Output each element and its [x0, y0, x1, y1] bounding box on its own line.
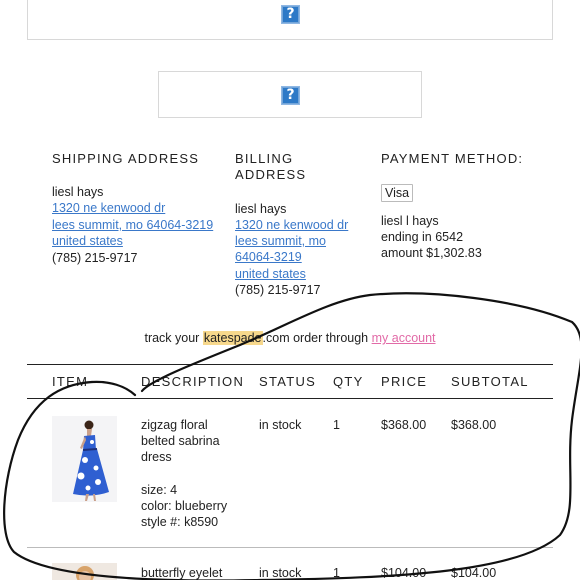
payment-name: liesl l hays [381, 214, 439, 228]
track-order-line: track your katespade.com order through m… [0, 331, 580, 345]
column-header-description: DESCRIPTION [141, 374, 245, 389]
column-header-qty: QTY [333, 374, 364, 389]
billing-country-link[interactable]: united states [235, 266, 306, 283]
table-top-rule [27, 364, 553, 365]
row-description-line: belted sabrina [141, 434, 220, 448]
row-qty: 1 [333, 566, 340, 580]
row-description-line: butterfly eyelet [141, 566, 223, 580]
row-style-number: style #: k8590 [141, 515, 219, 529]
brand-highlight: katespade [202, 331, 263, 345]
track-text: track your [144, 331, 203, 345]
my-account-link[interactable]: my account [372, 331, 436, 345]
billing-zip-link[interactable]: 64064-3219 [235, 249, 302, 266]
payment-card-ending: ending in 6542 [381, 230, 464, 244]
billing-name: liesl hays [235, 202, 287, 216]
column-header-item: ITEM [52, 374, 89, 389]
shipping-city-link[interactable]: lees summit, mo 64064-3219 [52, 217, 213, 234]
row-description-line: dress [141, 450, 172, 464]
payment-method-heading: PAYMENT METHOD: [381, 151, 524, 166]
broken-image-icon: ? [281, 5, 300, 24]
row-subtotal: $368.00 [451, 418, 497, 432]
row-size: size: 4 [141, 483, 178, 497]
row-qty: 1 [333, 418, 340, 432]
billing-address-heading: ADDRESS [235, 167, 307, 182]
shipping-name: liesl hays [52, 185, 104, 199]
billing-address-heading: BILLING [235, 151, 294, 166]
table-header-rule [27, 398, 553, 399]
placeholder-image-frame: ? [27, 0, 553, 40]
row-divider [27, 547, 553, 548]
row-status: in stock [259, 566, 302, 580]
billing-city-link[interactable]: lees summit, mo [235, 233, 326, 250]
product-image-dress[interactable] [52, 416, 117, 502]
column-header-price: PRICE [381, 374, 428, 389]
row-subtotal: $104.00 [451, 566, 497, 580]
shipping-street-link[interactable]: 1320 ne kenwood dr [52, 200, 165, 217]
billing-phone: (785) 215-9717 [235, 283, 321, 297]
row-color: color: blueberry [141, 499, 228, 513]
row-description-line: zigzag floral [141, 418, 208, 432]
card-type-badge: Visa [381, 184, 414, 202]
broken-image-icon: ? [281, 86, 300, 105]
row-status: in stock [259, 418, 302, 432]
shipping-country-link[interactable]: united states [52, 233, 123, 250]
shipping-phone: (785) 215-9717 [52, 251, 138, 265]
column-header-status: STATUS [259, 374, 317, 389]
row-price: $104.00 [381, 566, 427, 580]
product-image-eyelet[interactable] [52, 563, 117, 580]
row-price: $368.00 [381, 418, 427, 432]
track-text: .com order through [262, 331, 372, 345]
payment-amount: amount $1,302.83 [381, 246, 482, 260]
column-header-subtotal: SUBTOTAL [451, 374, 529, 389]
billing-street-link[interactable]: 1320 ne kenwood dr [235, 217, 348, 234]
shipping-address-heading: SHIPPING ADDRESS [52, 151, 200, 166]
placeholder-image-frame: ? [158, 71, 422, 118]
